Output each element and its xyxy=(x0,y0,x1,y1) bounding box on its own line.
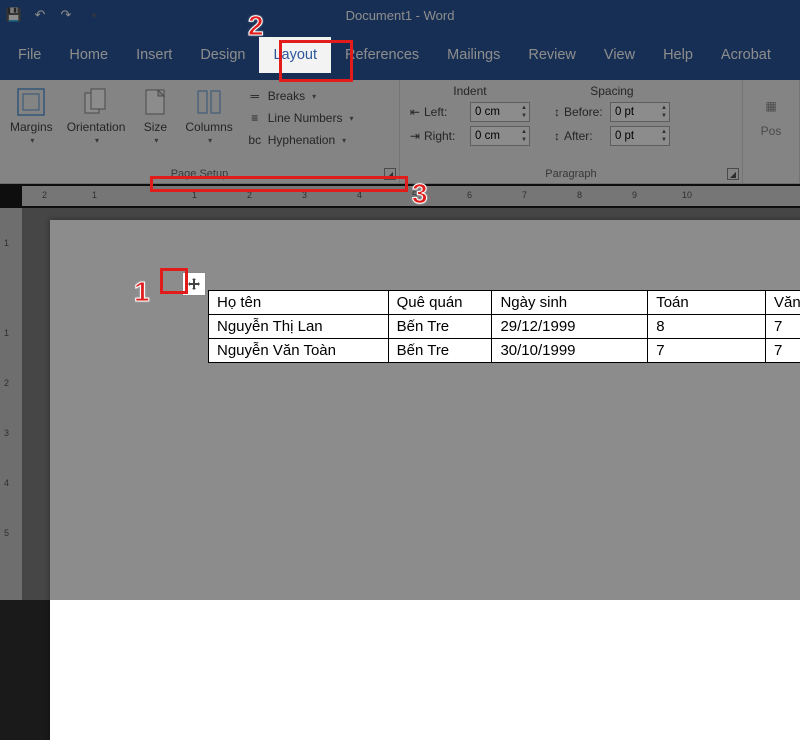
title-bar: 💾 ↶ ↷ ▾ Document1 - Word xyxy=(0,0,800,30)
callout-2: 2 xyxy=(248,10,264,42)
page[interactable]: Họ tên Quê quán Ngày sinh Toán Văn Nguyễ… xyxy=(50,220,800,740)
orientation-label: Orientation xyxy=(67,120,126,134)
line-numbers-icon: ≡ xyxy=(247,110,263,126)
spacing-after-icon: ↕ xyxy=(554,129,560,143)
position-button[interactable]: ▦ Pos xyxy=(749,84,793,144)
tab-view[interactable]: View xyxy=(590,37,649,73)
size-button[interactable]: Size▾ xyxy=(135,84,175,147)
columns-label: Columns xyxy=(185,120,232,134)
paragraph-group-label: Paragraph xyxy=(400,166,742,183)
ribbon-tabs: File Home Insert Design Layout Reference… xyxy=(0,30,800,80)
table-cell[interactable]: 8 xyxy=(648,315,766,339)
indent-right-icon: ⇥ xyxy=(410,129,420,143)
ribbon: Margins▾ Orientation▾ Size▾ Columns▾ xyxy=(0,80,800,184)
hyphenation-label: Hyphenation xyxy=(268,133,335,147)
redo-icon[interactable]: ↷ xyxy=(58,7,74,23)
breaks-icon: ═ xyxy=(247,88,263,104)
spacing-after-label: After: xyxy=(564,129,606,143)
horizontal-ruler[interactable]: 2 1 1 2 3 4 5 6 7 8 9 10 xyxy=(22,186,800,206)
table-header-cell[interactable]: Toán xyxy=(648,291,766,315)
spacing-before-input[interactable] xyxy=(611,103,659,121)
spacing-before-label: Before: xyxy=(564,105,606,119)
breaks-label: Breaks xyxy=(268,89,305,103)
hyphenation-icon: bc xyxy=(247,132,263,148)
move-icon xyxy=(187,277,201,291)
table-header-row[interactable]: Họ tên Quê quán Ngày sinh Toán Văn xyxy=(209,291,800,315)
margins-icon xyxy=(15,86,47,118)
table-header-cell[interactable]: Ngày sinh xyxy=(492,291,648,315)
indent-right-spinner[interactable]: ▲▼ xyxy=(470,126,530,146)
spacing-after-spinner[interactable]: ▲▼ xyxy=(610,126,670,146)
spacing-after-input[interactable] xyxy=(611,127,659,145)
margins-button[interactable]: Margins▾ xyxy=(6,84,57,147)
tab-home[interactable]: Home xyxy=(55,37,122,73)
qat-dropdown-icon[interactable]: ▾ xyxy=(86,7,102,23)
position-icon: ▦ xyxy=(755,90,787,122)
tab-layout[interactable]: Layout xyxy=(259,37,331,73)
orientation-icon xyxy=(80,86,112,118)
table-header-cell[interactable]: Văn xyxy=(765,291,800,315)
table-cell[interactable]: 29/12/1999 xyxy=(492,315,648,339)
spacing-before-icon: ↕ xyxy=(554,105,560,119)
document-area[interactable]: Họ tên Quê quán Ngày sinh Toán Văn Nguyễ… xyxy=(22,208,800,600)
callout-1: 1 xyxy=(134,276,150,308)
tab-review[interactable]: Review xyxy=(514,37,590,73)
table-cell[interactable]: 7 xyxy=(765,315,800,339)
breaks-button[interactable]: ═ Breaks▾ xyxy=(243,86,358,106)
position-label: Pos xyxy=(761,124,782,138)
tab-file[interactable]: File xyxy=(4,37,55,73)
table-header-cell[interactable]: Họ tên xyxy=(209,291,389,315)
window-title: Document1 - Word xyxy=(346,8,455,23)
table-cell[interactable]: Bến Tre xyxy=(388,315,492,339)
table-cell[interactable]: 30/10/1999 xyxy=(492,339,648,363)
columns-icon xyxy=(193,86,225,118)
table-row[interactable]: Nguyễn Văn Toàn Bến Tre 30/10/1999 7 7 xyxy=(209,339,800,363)
group-arrange: ▦ Pos xyxy=(743,80,800,183)
table-cell[interactable]: Nguyễn Thị Lan xyxy=(209,315,389,339)
indent-title: Indent xyxy=(410,84,530,98)
table-header-cell[interactable]: Quê quán xyxy=(388,291,492,315)
tab-design[interactable]: Design xyxy=(186,37,259,73)
paragraph-launcher[interactable]: ◢ xyxy=(727,168,739,180)
table-cell[interactable]: Bến Tre xyxy=(388,339,492,363)
undo-icon[interactable]: ↶ xyxy=(32,7,48,23)
quick-access-toolbar: 💾 ↶ ↷ ▾ xyxy=(6,7,102,23)
margins-label: Margins xyxy=(10,120,53,134)
table-cell[interactable]: Nguyễn Văn Toàn xyxy=(209,339,389,363)
tab-help[interactable]: Help xyxy=(649,37,707,73)
line-numbers-button[interactable]: ≡ Line Numbers▾ xyxy=(243,108,358,128)
tab-acrobat[interactable]: Acrobat xyxy=(707,37,785,73)
data-table[interactable]: Họ tên Quê quán Ngày sinh Toán Văn Nguyễ… xyxy=(208,290,800,363)
spacing-before-spinner[interactable]: ▲▼ xyxy=(610,102,670,122)
size-icon xyxy=(139,86,171,118)
table-move-handle[interactable] xyxy=(182,272,206,296)
indent-left-label: Left: xyxy=(424,105,466,119)
save-icon[interactable]: 💾 xyxy=(6,7,22,23)
orientation-button[interactable]: Orientation▾ xyxy=(63,84,130,147)
table-row[interactable]: Nguyễn Thị Lan Bến Tre 29/12/1999 8 7 xyxy=(209,315,800,339)
indent-left-input[interactable] xyxy=(471,103,519,121)
page-setup-group-label: Page Setup xyxy=(0,166,399,183)
columns-button[interactable]: Columns▾ xyxy=(181,84,236,147)
group-paragraph: Indent ⇤ Left: ▲▼ ⇥ Right: xyxy=(400,80,743,183)
callout-3: 3 xyxy=(412,178,428,210)
indent-right-label: Right: xyxy=(424,129,466,143)
indent-left-icon: ⇤ xyxy=(410,105,420,119)
tab-references[interactable]: References xyxy=(331,37,433,73)
hyphenation-button[interactable]: bc Hyphenation▾ xyxy=(243,130,358,150)
spacing-title: Spacing xyxy=(554,84,670,98)
vertical-ruler[interactable]: 1 1 2 3 4 5 xyxy=(0,208,22,600)
tab-insert[interactable]: Insert xyxy=(122,37,186,73)
table-cell[interactable]: 7 xyxy=(648,339,766,363)
group-page-setup: Margins▾ Orientation▾ Size▾ Columns▾ xyxy=(0,80,400,183)
tab-mailings[interactable]: Mailings xyxy=(433,37,514,73)
size-label: Size xyxy=(144,120,167,134)
line-numbers-label: Line Numbers xyxy=(268,111,343,125)
page-setup-launcher[interactable]: ◢ xyxy=(384,168,396,180)
indent-right-input[interactable] xyxy=(471,127,519,145)
table-cell[interactable]: 7 xyxy=(765,339,800,363)
indent-left-spinner[interactable]: ▲▼ xyxy=(470,102,530,122)
